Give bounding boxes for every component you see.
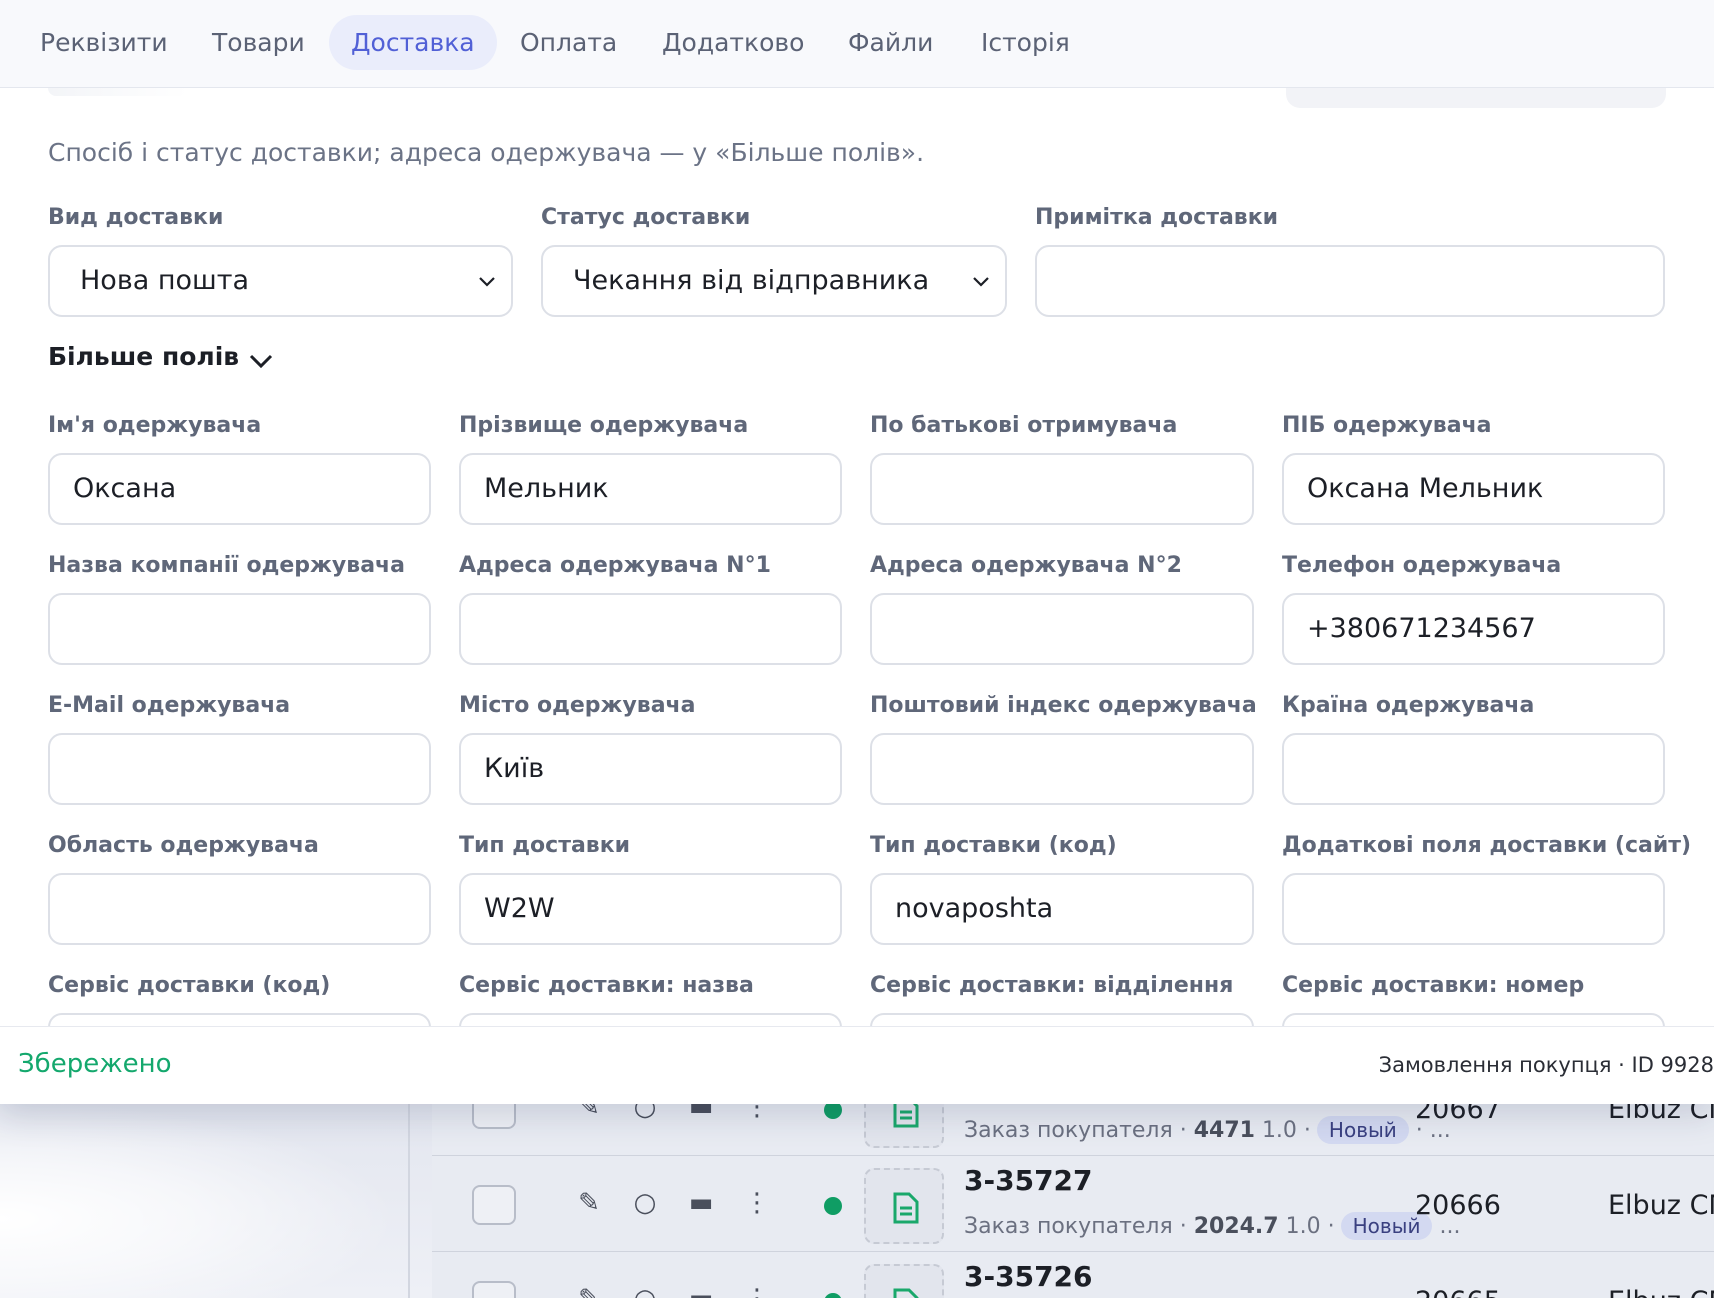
delivery-note-label: Примітка доставки bbox=[1035, 205, 1279, 230]
delivery-note-input[interactable] bbox=[1035, 245, 1665, 317]
status-dot bbox=[824, 1293, 842, 1298]
first-name-input[interactable]: Оксана bbox=[48, 453, 431, 525]
background-shade bbox=[0, 1100, 400, 1298]
delivery-status-value: Чекання від відправника bbox=[573, 265, 930, 296]
order-type: Заказ покупателя · bbox=[964, 1118, 1194, 1143]
delivery-kind-code-input[interactable]: novaposhta bbox=[870, 873, 1254, 945]
delivery-type-select[interactable]: Нова пошта bbox=[48, 245, 513, 317]
company-label: Назва компанії одержувача bbox=[48, 553, 405, 578]
divider bbox=[408, 1100, 410, 1298]
full-name-label: ПІБ одержувача bbox=[1282, 413, 1492, 438]
row-checkbox[interactable] bbox=[472, 1281, 516, 1298]
circle-icon[interactable]: ○ bbox=[628, 1282, 662, 1298]
order-source: Elbuz CMS bbox=[1608, 1190, 1714, 1221]
order-info: Замовлення покупця · ID 9928 bbox=[1378, 1053, 1714, 1077]
modal-footer: Збережено Замовлення покупця · ID 9928 bbox=[0, 1026, 1714, 1104]
address1-label: Адреса одержувача N°1 bbox=[459, 553, 771, 578]
chevron-down-icon bbox=[479, 277, 495, 287]
delivery-kind-input[interactable]: W2W bbox=[459, 873, 842, 945]
tab-files[interactable]: Файли bbox=[826, 15, 955, 70]
service-branch-label: Сервіс доставки: відділення bbox=[870, 973, 1234, 998]
more-vertical-icon[interactable]: ⋮ bbox=[740, 1282, 774, 1298]
delivery-type-value: Нова пошта bbox=[80, 265, 250, 296]
order-number: 20665 bbox=[1415, 1286, 1501, 1298]
row-checkbox[interactable] bbox=[472, 1185, 516, 1225]
service-name-label: Сервіс доставки: назва bbox=[459, 973, 754, 998]
table-row[interactable]: ✎ ○ ▬ ⋮ 3-35726 20665 Elbuz CMS bbox=[432, 1252, 1714, 1298]
order-source: Elbuz CMS bbox=[1608, 1286, 1714, 1298]
city-input[interactable]: Київ bbox=[459, 733, 842, 805]
company-input[interactable] bbox=[48, 593, 431, 665]
patronymic-input[interactable] bbox=[870, 453, 1254, 525]
order-edit-modal: Реквізити Товари Доставка Оплата Додатко… bbox=[0, 0, 1714, 1104]
service-number-label: Сервіс доставки: номер bbox=[1282, 973, 1585, 998]
delivery-type-label: Вид доставки bbox=[48, 205, 224, 230]
document-icon[interactable] bbox=[864, 1168, 944, 1244]
country-input[interactable] bbox=[1282, 733, 1665, 805]
more-fields-toggle[interactable]: Більше полів bbox=[48, 342, 239, 371]
printer-icon[interactable]: ▬ bbox=[684, 1282, 718, 1298]
zip-label: Поштовий індекс одержувача bbox=[870, 693, 1257, 718]
document-icon[interactable] bbox=[864, 1264, 944, 1298]
delivery-status-select[interactable]: Чекання від відправника bbox=[541, 245, 1007, 317]
tab-bar: Реквізити Товари Доставка Оплата Додатко… bbox=[0, 0, 1714, 88]
section-description: Спосіб і статус доставки; адреса одержув… bbox=[48, 138, 925, 167]
order-amount: 4471 bbox=[1193, 1118, 1255, 1143]
printer-icon[interactable]: ▬ bbox=[684, 1186, 718, 1220]
zip-input[interactable] bbox=[870, 733, 1254, 805]
tab-additional[interactable]: Додатково bbox=[640, 15, 826, 70]
city-label: Місто одержувача bbox=[459, 693, 696, 718]
patronymic-label: По батькові отримувача bbox=[870, 413, 1178, 438]
circle-icon[interactable]: ○ bbox=[628, 1186, 662, 1220]
order-subtitle: Заказ покупателя · 4471 1.0 · Новый · ... bbox=[964, 1116, 1451, 1144]
region-label: Область одержувача bbox=[48, 833, 319, 858]
order-qty: 1.0 · bbox=[1261, 1118, 1311, 1143]
delivery-status-label: Статус доставки bbox=[541, 205, 751, 230]
region-input[interactable] bbox=[48, 873, 431, 945]
chevron-down-icon bbox=[973, 277, 989, 287]
order-subtitle: Заказ покупателя · 2024.7 1.0 · Новый ... bbox=[964, 1212, 1460, 1240]
email-input[interactable] bbox=[48, 733, 431, 805]
order-amount: 2024.7 bbox=[1193, 1214, 1279, 1239]
phone-input[interactable]: +380671234567 bbox=[1282, 593, 1665, 665]
tab-history[interactable]: Історія bbox=[959, 15, 1092, 70]
order-title[interactable]: 3-35727 bbox=[964, 1164, 1093, 1197]
chevron-down-icon[interactable] bbox=[248, 350, 274, 372]
full-name-input[interactable]: Оксана Мельник bbox=[1282, 453, 1665, 525]
status-badge: Новый bbox=[1316, 1116, 1409, 1144]
first-name-label: Ім'я одержувача bbox=[48, 413, 262, 438]
save-status: Збережено bbox=[18, 1049, 172, 1079]
order-qty: 1.0 · bbox=[1285, 1214, 1335, 1239]
last-name-label: Прізвище одержувача bbox=[459, 413, 749, 438]
tab-goods[interactable]: Товари bbox=[190, 15, 327, 70]
address2-input[interactable] bbox=[870, 593, 1254, 665]
country-label: Країна одержувача bbox=[1282, 693, 1535, 718]
address1-input[interactable] bbox=[459, 593, 842, 665]
delivery-kind-code-label: Тип доставки (код) bbox=[870, 833, 1117, 858]
tab-payment[interactable]: Оплата bbox=[498, 15, 639, 70]
pencil-icon[interactable]: ✎ bbox=[572, 1186, 606, 1220]
last-name-input[interactable]: Мельник bbox=[459, 453, 842, 525]
table-row[interactable]: ✎ ○ ▬ ⋮ 3-35727 Заказ покупателя · 2024.… bbox=[432, 1156, 1714, 1252]
service-code-label: Сервіс доставки (код) bbox=[48, 973, 331, 998]
pencil-icon[interactable]: ✎ bbox=[572, 1282, 606, 1298]
tab-delivery[interactable]: Доставка bbox=[329, 15, 497, 70]
more-vertical-icon[interactable]: ⋮ bbox=[740, 1186, 774, 1220]
extra-fields-label: Додаткові поля доставки (сайт) bbox=[1282, 833, 1692, 858]
order-type: Заказ покупателя · bbox=[964, 1214, 1194, 1239]
phone-label: Телефон одержувача bbox=[1282, 553, 1562, 578]
delivery-kind-label: Тип доставки bbox=[459, 833, 631, 858]
tab-requisites[interactable]: Реквізити bbox=[18, 15, 190, 70]
status-dot bbox=[824, 1197, 842, 1215]
email-label: E-Mail одержувача bbox=[48, 693, 291, 718]
order-number: 20666 bbox=[1415, 1190, 1501, 1221]
extra-fields-input[interactable] bbox=[1282, 873, 1665, 945]
order-title[interactable]: 3-35726 bbox=[964, 1260, 1093, 1293]
address2-label: Адреса одержувача N°2 bbox=[870, 553, 1182, 578]
